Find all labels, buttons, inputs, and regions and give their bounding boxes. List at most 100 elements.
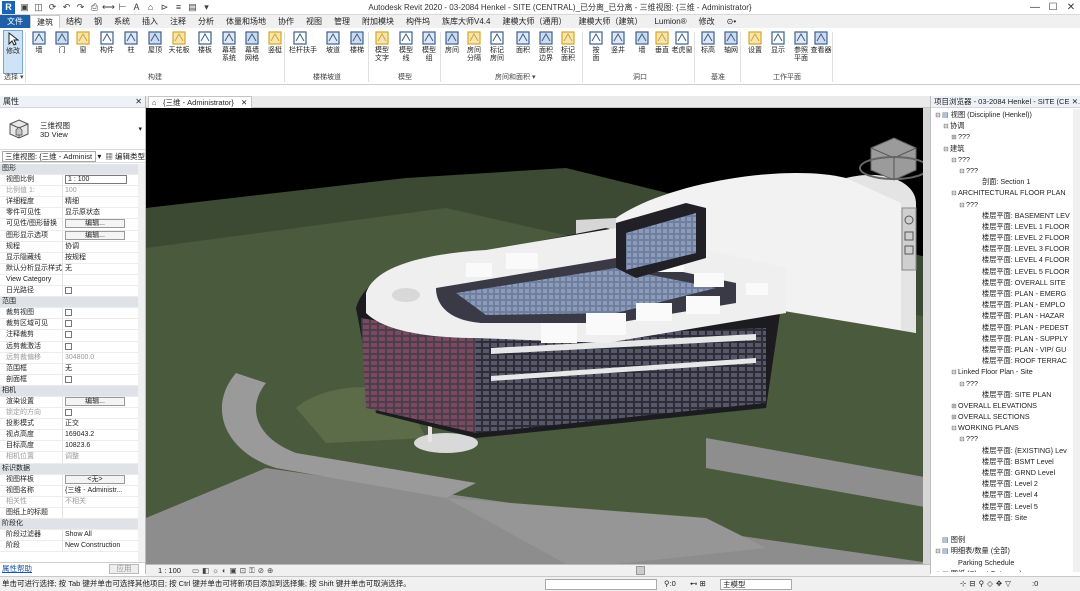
ref-plane-button[interactable]: 参照 平面 <box>790 30 812 74</box>
lock-icon[interactable]: ⚿ <box>249 566 258 575</box>
column-button[interactable]: 柱 <box>120 30 142 74</box>
select-pinned-icon[interactable]: ⚲ <box>979 579 988 588</box>
room-separator-button[interactable]: 房间 分隔 <box>463 30 485 74</box>
browser-node[interactable]: 楼层平面: SITE PLAN <box>931 389 1074 400</box>
property-value[interactable]: 无 <box>63 264 145 274</box>
browser-node[interactable]: ⊟▤ 视图 (Discipline (Henkel)) <box>931 109 1074 120</box>
mullion-button[interactable]: 竖梃 <box>264 30 286 74</box>
tab-3[interactable]: 钢 <box>88 15 108 28</box>
property-checkbox[interactable] <box>65 331 72 339</box>
maximize-button[interactable]: ☐ <box>1044 0 1062 15</box>
curtain-system-button[interactable]: 幕墙 系统 <box>218 30 240 74</box>
browser-node[interactable]: 楼层平面: PLAN - EMERG <box>931 288 1074 299</box>
set-workplane-button[interactable]: 设置 <box>744 30 766 74</box>
browser-node[interactable]: 楼层平面: LEVEL 2 FLOOR <box>931 232 1074 243</box>
browser-node[interactable]: ⊟建筑 <box>931 143 1074 154</box>
thin-lines-icon[interactable]: ≡ <box>172 1 185 14</box>
visual-style-icon[interactable]: ◧ <box>202 566 212 575</box>
property-section[interactable]: 范围≈ <box>0 297 145 309</box>
property-value[interactable]: 169043.2 <box>63 430 145 440</box>
browser-node[interactable]: 楼层平面: BSMT Level <box>931 456 1074 467</box>
roof-button[interactable]: 屋顶 <box>144 30 166 74</box>
property-checkbox[interactable] <box>65 287 72 295</box>
property-checkbox[interactable] <box>65 342 72 350</box>
property-value[interactable]: 协调 <box>63 242 145 252</box>
browser-node[interactable]: ⊟▤ 明细表/数量 (全部) <box>931 545 1074 556</box>
close-icon[interactable]: ✕ <box>135 96 142 108</box>
level-button[interactable]: 标高 <box>697 30 719 74</box>
navigation-bar[interactable] <box>901 207 917 271</box>
property-value[interactable]: 按规程 <box>63 253 145 263</box>
browser-node[interactable]: 楼层平面: BASEMENT LEV <box>931 210 1074 221</box>
tab-16[interactable]: 建模大师（建筑） <box>572 15 648 28</box>
section-icon[interactable]: ⊳ <box>158 1 171 14</box>
revit-logo-icon[interactable]: R <box>2 1 15 14</box>
cursor-button[interactable]: 修改 <box>3 30 23 74</box>
property-value[interactable]: <无> <box>63 474 145 485</box>
property-section[interactable]: 标识数据≈ <box>0 463 145 475</box>
browser-scrollbar[interactable] <box>1073 109 1080 572</box>
shaft-button[interactable]: 竖井 <box>607 30 629 74</box>
ceiling-button[interactable]: 天花板 <box>168 30 190 74</box>
tab-1[interactable]: 建筑 <box>30 14 60 29</box>
area-button[interactable]: 面积 <box>512 30 534 74</box>
browser-node[interactable]: 剖面: Section 1 <box>931 176 1074 187</box>
tab-7[interactable]: 分析 <box>192 15 220 28</box>
view-scale[interactable]: 1 : 100 <box>158 565 181 576</box>
h-scroll-thumb[interactable] <box>636 566 645 575</box>
measure-icon[interactable]: ⟷ <box>102 1 115 14</box>
property-checkbox[interactable] <box>65 409 72 417</box>
tag-room-button[interactable]: 标记 房间 <box>486 30 508 74</box>
viewport-scrollbar[interactable] <box>923 108 930 564</box>
property-value[interactable]: 显示原状态 <box>63 208 145 218</box>
open-icon[interactable]: ▣ <box>18 1 31 14</box>
underlay-icon[interactable]: ⊞ <box>700 579 708 588</box>
property-value[interactable]: 正交 <box>63 419 145 429</box>
redo-icon[interactable]: ↷ <box>74 1 87 14</box>
3d-viewport[interactable] <box>146 108 930 564</box>
property-value[interactable]: 100 <box>63 186 145 196</box>
workset-selector[interactable] <box>545 579 657 590</box>
property-checkbox[interactable] <box>65 320 72 328</box>
viewcube-icon[interactable] <box>859 137 929 181</box>
property-checkbox[interactable] <box>65 309 72 317</box>
model-group-button[interactable]: 模型 组 <box>418 30 440 74</box>
curtain-grid-button[interactable]: 幕墙 网格 <box>241 30 263 74</box>
hide-icon[interactable]: ⊘ <box>258 566 267 575</box>
property-value[interactable] <box>63 286 145 296</box>
browser-node[interactable]: ⊞OVERALL ELEVATIONS <box>931 400 1074 411</box>
property-value[interactable] <box>63 330 145 340</box>
tag-area-button[interactable]: 标记 面积 <box>557 30 579 74</box>
browser-node[interactable]: 楼层平面: {EXISTING} Lev <box>931 445 1074 456</box>
property-value[interactable]: 编辑... <box>63 396 145 407</box>
close-button[interactable]: ✕ <box>1062 0 1080 15</box>
close-hidden-icon[interactable]: ▤ <box>186 1 199 14</box>
property-value[interactable]: 304800.0 <box>63 353 145 363</box>
dimension-icon[interactable]: ⊢ <box>116 1 129 14</box>
browser-node[interactable] <box>931 523 1074 534</box>
select-links-icon[interactable]: ⊹ <box>960 579 969 588</box>
chevron-down-icon[interactable]: ▾ <box>97 152 101 161</box>
filter-icon[interactable]: ▽ <box>1005 579 1014 588</box>
browser-node[interactable]: 楼层平面: PLAN - VIP/ GU <box>931 344 1074 355</box>
property-value[interactable] <box>63 375 145 385</box>
browser-node[interactable]: 楼层平面: Level 5 <box>931 501 1074 512</box>
browser-node[interactable]: ⊟协调 <box>931 120 1074 131</box>
property-edit-button[interactable]: 编辑... <box>65 396 125 406</box>
area-boundary-button[interactable]: 面积 边界 <box>535 30 557 74</box>
property-value[interactable]: 编辑... <box>63 219 145 229</box>
browser-node[interactable]: ▤ 图例 <box>931 534 1074 545</box>
tab-14[interactable]: 族库大师V4.4 <box>436 15 496 28</box>
design-option-select[interactable]: 主模型 <box>720 579 792 590</box>
3d-view-icon[interactable]: ⌂ <box>144 1 157 14</box>
property-value[interactable]: 精细 <box>63 197 145 207</box>
tab-8[interactable]: 体量和场地 <box>220 15 272 28</box>
property-input[interactable]: 1 : 100 <box>65 175 127 185</box>
tab-2[interactable]: 结构 <box>60 15 88 28</box>
link-icon[interactable]: ⊷ <box>690 579 700 588</box>
apply-button[interactable]: 应用 <box>109 564 139 574</box>
tab-0[interactable]: 文件 <box>0 15 30 28</box>
detail-level-icon[interactable]: ▭ <box>192 566 202 575</box>
browser-node[interactable]: ⊞OVERALL SECTIONS <box>931 411 1074 422</box>
property-value[interactable] <box>63 308 145 318</box>
